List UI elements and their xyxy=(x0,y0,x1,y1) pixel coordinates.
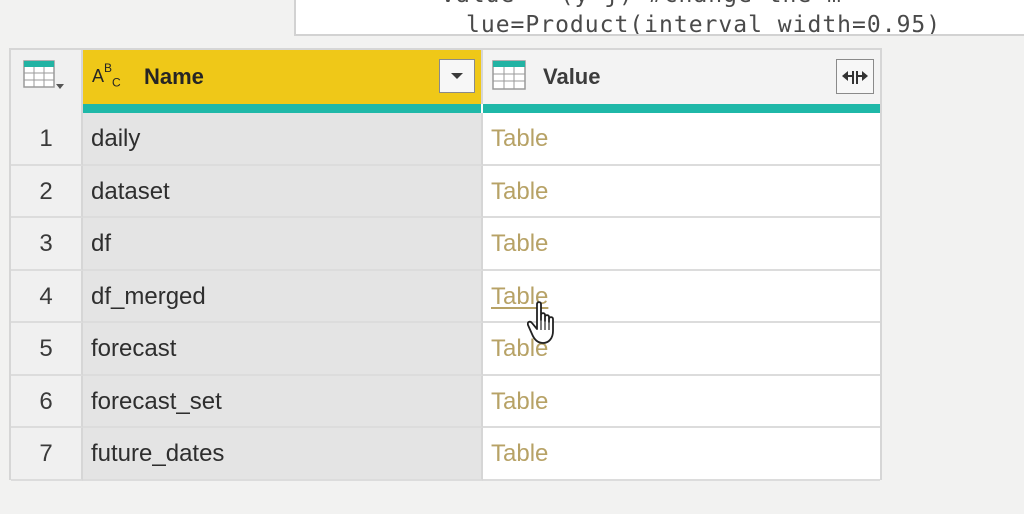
table-link[interactable]: Table xyxy=(491,178,548,206)
row-number-cell[interactable]: 2 xyxy=(11,165,83,218)
value-cell[interactable]: Table xyxy=(483,375,880,428)
table-row[interactable]: 6 forecast_set Table xyxy=(11,375,880,428)
value-cell[interactable]: Table xyxy=(483,113,880,166)
value-cell[interactable]: Table xyxy=(483,218,880,271)
value-cell[interactable]: Table xyxy=(483,428,880,481)
name-cell[interactable]: df xyxy=(83,218,483,271)
table-type-icon[interactable] xyxy=(492,60,528,92)
name-value: daily xyxy=(91,125,141,152)
row-number-cell[interactable]: 4 xyxy=(11,270,83,323)
table-row[interactable]: 1 daily Table xyxy=(11,113,880,166)
column-header-name[interactable]: ABC Name xyxy=(83,50,483,104)
table-row[interactable]: 2 dataset Table xyxy=(11,165,880,218)
name-cell[interactable]: daily xyxy=(83,113,483,166)
table-row[interactable]: 3 df Table xyxy=(11,218,880,271)
column-header-value-label: Value xyxy=(543,64,601,89)
row-number: 7 xyxy=(39,440,53,467)
name-cell[interactable]: forecast_set xyxy=(83,375,483,428)
table-menu-icon xyxy=(23,60,64,89)
name-cell[interactable]: future_dates xyxy=(83,428,483,481)
row-number: 1 xyxy=(39,125,53,152)
name-value: forecast_set xyxy=(91,387,222,415)
name-value: df xyxy=(91,230,112,257)
value-column-quality-bar xyxy=(483,104,880,113)
column-header-name-label: Name xyxy=(144,64,204,89)
table-menu-button[interactable] xyxy=(11,50,83,104)
value-cell[interactable]: Table xyxy=(483,165,880,218)
table-row[interactable]: 7 future_dates Table xyxy=(11,428,880,481)
name-cell[interactable]: forecast xyxy=(83,323,483,376)
name-cell[interactable]: dataset xyxy=(83,165,483,218)
name-value: dataset xyxy=(91,177,170,205)
row-number-cell[interactable]: 6 xyxy=(11,375,83,428)
expand-columns-button[interactable] xyxy=(836,59,874,94)
row-number: 6 xyxy=(39,387,53,415)
table-row[interactable]: 5 forecast Table xyxy=(11,323,880,376)
code-line-1: value = (y j) #change the m xyxy=(441,0,842,8)
name-value: forecast xyxy=(91,335,177,362)
name-column-quality-bar xyxy=(83,104,481,113)
hand-pointer-icon xyxy=(527,301,554,344)
code-editor-panel[interactable]: value = (y j) #change the m lue=Product(… xyxy=(294,0,1024,36)
row-number-cell[interactable]: 7 xyxy=(11,428,83,481)
expand-columns-icon xyxy=(842,71,868,84)
code-line-2: lue=Product(interval width=0.95) xyxy=(466,12,942,36)
name-filter-dropdown-button[interactable] xyxy=(439,59,475,93)
row-number: 5 xyxy=(39,335,53,362)
corner-strip xyxy=(11,104,83,113)
row-number-cell[interactable]: 3 xyxy=(11,218,83,271)
table-link[interactable]: Table xyxy=(491,440,548,468)
column-header-value[interactable]: Value xyxy=(483,50,880,104)
abc-text-type-icon[interactable]: ABC xyxy=(92,61,121,90)
chevron-down-icon xyxy=(451,73,463,79)
table-link[interactable]: Table xyxy=(491,388,548,416)
table-row[interactable]: 4 df_merged Table xyxy=(11,270,880,323)
table-link[interactable]: Table xyxy=(491,230,548,258)
row-number: 2 xyxy=(39,177,53,205)
table-link[interactable]: Table xyxy=(491,125,548,153)
name-value: future_dates xyxy=(91,440,225,467)
row-number: 4 xyxy=(39,282,53,310)
name-cell[interactable]: df_merged xyxy=(83,270,483,323)
row-number: 3 xyxy=(39,230,53,257)
name-value: df_merged xyxy=(91,282,206,310)
query-data-grid: ABC Name Value 1 daily Table 2 dataset T… xyxy=(9,48,882,481)
row-number-cell[interactable]: 5 xyxy=(11,323,83,376)
row-number-cell[interactable]: 1 xyxy=(11,113,83,166)
